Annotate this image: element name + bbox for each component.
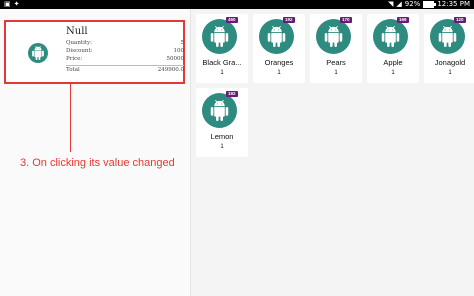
order-row-total: Total 249900.0 <box>66 65 184 74</box>
product-qty: 1 <box>220 144 224 150</box>
order-row-price: Price: 50000 <box>66 55 184 63</box>
product-qty: 1 <box>334 70 338 76</box>
android-icon <box>202 93 237 128</box>
product-name: Jonagold <box>434 58 466 67</box>
android-icon <box>202 19 237 54</box>
annotation-line <box>70 84 71 152</box>
row-label: Price: <box>66 56 83 62</box>
order-card[interactable]: Null Quantity: 5 Discount: 100 Price: 50… <box>4 20 185 84</box>
order-pane: Null Quantity: 5 Discount: 100 Price: 50… <box>0 9 191 296</box>
product-tile[interactable]: 120 Jonagold 1 <box>424 14 474 83</box>
battery-percent: 92% <box>404 0 421 8</box>
product-name: Apple <box>383 58 403 67</box>
row-label: Total <box>66 67 80 73</box>
product-qty: 1 <box>448 70 452 76</box>
stock-badge: 169 <box>397 17 409 23</box>
row-value: 249900.0 <box>157 67 184 73</box>
status-bar: ▣ ✦ ◥ ◢ 92% 12:35 PM <box>0 0 474 9</box>
order-title: Null <box>66 26 88 37</box>
battery-icon <box>423 1 437 8</box>
wifi-icon: ◥ <box>387 0 394 8</box>
product-name: Oranges <box>264 58 294 67</box>
product-tile[interactable]: 169 Apple 1 <box>367 14 419 83</box>
android-icon <box>373 19 408 54</box>
android-icon <box>316 19 351 54</box>
signal-icon: ◢ <box>396 0 402 8</box>
row-label: Discount: <box>66 48 93 54</box>
stock-badge: 450 <box>226 17 238 23</box>
product-qty: 1 <box>391 70 395 76</box>
stock-badge: 170 <box>340 17 352 23</box>
product-name: Pears <box>326 58 346 67</box>
annotation-text: 3. On clicking its value changed <box>20 157 175 169</box>
stock-badge: 120 <box>454 17 466 23</box>
android-icon <box>430 19 465 54</box>
order-row-discount: Discount: 100 <box>66 47 184 55</box>
android-notification-icon: ✦ <box>13 0 20 8</box>
product-tile[interactable]: 170 Pears 1 <box>310 14 362 83</box>
order-details: Quantity: 5 Discount: 100 Price: 50000 T… <box>66 39 184 74</box>
row-value: 50000 <box>166 56 185 62</box>
product-qty: 1 <box>277 70 281 76</box>
stock-badge: 192 <box>283 17 295 23</box>
product-name: Black Gra... <box>202 58 242 67</box>
order-row-quantity: Quantity: 5 <box>66 39 184 47</box>
stock-badge: 192 <box>226 91 238 97</box>
product-name: Lemon <box>210 132 234 141</box>
product-tile[interactable]: 192 Oranges 1 <box>253 14 305 83</box>
product-tile[interactable]: 450 Black Gra... 1 <box>196 14 248 83</box>
product-qty: 1 <box>220 70 224 76</box>
android-icon <box>259 19 294 54</box>
clock: 12:35 PM <box>437 0 470 8</box>
row-value: 5 <box>180 40 185 46</box>
android-icon <box>28 43 48 63</box>
product-tile[interactable]: 192 Lemon 1 <box>196 88 248 157</box>
row-label: Quantity: <box>66 40 93 46</box>
row-value: 100 <box>173 48 185 54</box>
image-notification-icon: ▣ <box>4 0 11 8</box>
